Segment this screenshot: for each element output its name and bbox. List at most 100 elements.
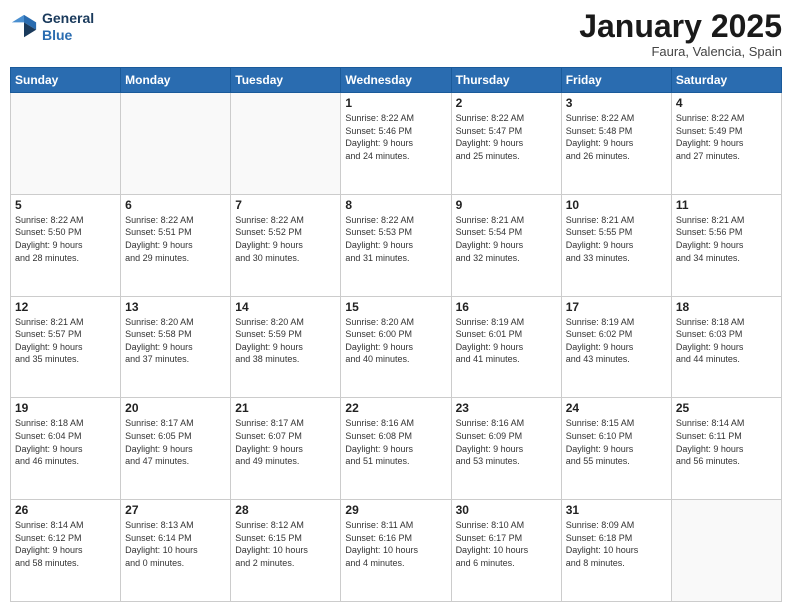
day-info: Sunrise: 8:15 AM Sunset: 6:10 PM Dayligh… xyxy=(566,417,667,467)
day-info: Sunrise: 8:13 AM Sunset: 6:14 PM Dayligh… xyxy=(125,519,226,569)
calendar-cell: 16 Sunrise: 8:19 AM Sunset: 6:01 PM Dayli… xyxy=(451,296,561,398)
day-info: Sunrise: 8:09 AM Sunset: 6:18 PM Dayligh… xyxy=(566,519,667,569)
day-info: Sunrise: 8:22 AM Sunset: 5:53 PM Dayligh… xyxy=(345,214,446,264)
calendar-cell: 11 Sunrise: 8:21 AM Sunset: 5:56 PM Dayli… xyxy=(671,194,781,296)
day-number: 7 xyxy=(235,198,336,212)
day-info: Sunrise: 8:19 AM Sunset: 6:01 PM Dayligh… xyxy=(456,316,557,366)
day-header-sunday: Sunday xyxy=(11,68,121,93)
day-header-wednesday: Wednesday xyxy=(341,68,451,93)
logo-icon xyxy=(10,13,38,41)
day-number: 19 xyxy=(15,401,116,415)
day-info: Sunrise: 8:17 AM Sunset: 6:07 PM Dayligh… xyxy=(235,417,336,467)
day-number: 11 xyxy=(676,198,777,212)
calendar-cell: 20 Sunrise: 8:17 AM Sunset: 6:05 PM Dayli… xyxy=(121,398,231,500)
day-number: 1 xyxy=(345,96,446,110)
calendar-cell: 14 Sunrise: 8:20 AM Sunset: 5:59 PM Dayli… xyxy=(231,296,341,398)
day-number: 25 xyxy=(676,401,777,415)
day-number: 6 xyxy=(125,198,226,212)
calendar-week-3: 12Sunrise: 8:21 AM Sunset: 5:57 PM Dayli… xyxy=(11,296,782,398)
day-header-thursday: Thursday xyxy=(451,68,561,93)
calendar-cell: 23 Sunrise: 8:16 AM Sunset: 6:09 PM Dayli… xyxy=(451,398,561,500)
day-info: Sunrise: 8:21 AM Sunset: 5:54 PM Dayligh… xyxy=(456,214,557,264)
logo-text: General Blue xyxy=(42,10,94,44)
day-number: 13 xyxy=(125,300,226,314)
calendar-cell: 4 Sunrise: 8:22 AM Sunset: 5:49 PM Daylig… xyxy=(671,93,781,195)
day-number: 24 xyxy=(566,401,667,415)
day-number: 8 xyxy=(345,198,446,212)
calendar-cell: 1Sunrise: 8:22 AM Sunset: 5:46 PM Daylig… xyxy=(341,93,451,195)
calendar-cell: 3 Sunrise: 8:22 AM Sunset: 5:48 PM Daylig… xyxy=(561,93,671,195)
calendar-cell: 6 Sunrise: 8:22 AM Sunset: 5:51 PM Daylig… xyxy=(121,194,231,296)
calendar-cell: 21 Sunrise: 8:17 AM Sunset: 6:07 PM Dayli… xyxy=(231,398,341,500)
day-number: 15 xyxy=(345,300,446,314)
calendar-cell: 25 Sunrise: 8:14 AM Sunset: 6:11 PM Dayli… xyxy=(671,398,781,500)
calendar-cell: 5 Sunrise: 8:22 AM Sunset: 5:50 PM Daylig… xyxy=(11,194,121,296)
calendar-cell: 9 Sunrise: 8:21 AM Sunset: 5:54 PM Daylig… xyxy=(451,194,561,296)
day-number: 28 xyxy=(235,503,336,517)
day-info: Sunrise: 8:22 AM Sunset: 5:47 PM Dayligh… xyxy=(456,112,557,162)
day-number: 17 xyxy=(566,300,667,314)
day-info: Sunrise: 8:14 AM Sunset: 6:12 PM Dayligh… xyxy=(15,519,116,569)
location-subtitle: Faura, Valencia, Spain xyxy=(579,44,782,59)
calendar-table: SundayMondayTuesdayWednesdayThursdayFrid… xyxy=(10,67,782,602)
header: General Blue January 2025 Faura, Valenci… xyxy=(10,10,782,59)
calendar-cell: 30Sunrise: 8:10 AM Sunset: 6:17 PM Dayli… xyxy=(451,500,561,602)
title-area: January 2025 Faura, Valencia, Spain xyxy=(579,10,782,59)
calendar-cell: 13Sunrise: 8:20 AM Sunset: 5:58 PM Dayli… xyxy=(121,296,231,398)
day-info: Sunrise: 8:16 AM Sunset: 6:09 PM Dayligh… xyxy=(456,417,557,467)
calendar-cell xyxy=(11,93,121,195)
calendar-cell xyxy=(121,93,231,195)
calendar-cell: 29Sunrise: 8:11 AM Sunset: 6:16 PM Dayli… xyxy=(341,500,451,602)
day-number: 9 xyxy=(456,198,557,212)
calendar-cell xyxy=(231,93,341,195)
day-header-monday: Monday xyxy=(121,68,231,93)
day-number: 10 xyxy=(566,198,667,212)
day-number: 23 xyxy=(456,401,557,415)
day-number: 27 xyxy=(125,503,226,517)
calendar-cell: 8 Sunrise: 8:22 AM Sunset: 5:53 PM Daylig… xyxy=(341,194,451,296)
day-header-saturday: Saturday xyxy=(671,68,781,93)
day-number: 22 xyxy=(345,401,446,415)
day-header-friday: Friday xyxy=(561,68,671,93)
calendar-cell: 19Sunrise: 8:18 AM Sunset: 6:04 PM Dayli… xyxy=(11,398,121,500)
calendar-cell: 2 Sunrise: 8:22 AM Sunset: 5:47 PM Daylig… xyxy=(451,93,561,195)
day-number: 26 xyxy=(15,503,116,517)
calendar-cell: 26 Sunrise: 8:14 AM Sunset: 6:12 PM Dayli… xyxy=(11,500,121,602)
day-info: Sunrise: 8:14 AM Sunset: 6:11 PM Dayligh… xyxy=(676,417,777,467)
calendar-cell: 12Sunrise: 8:21 AM Sunset: 5:57 PM Dayli… xyxy=(11,296,121,398)
calendar-week-1: 1Sunrise: 8:22 AM Sunset: 5:46 PM Daylig… xyxy=(11,93,782,195)
day-number: 21 xyxy=(235,401,336,415)
day-info: Sunrise: 8:16 AM Sunset: 6:08 PM Dayligh… xyxy=(345,417,446,467)
day-info: Sunrise: 8:21 AM Sunset: 5:55 PM Dayligh… xyxy=(566,214,667,264)
day-number: 5 xyxy=(15,198,116,212)
calendar-cell: 27 Sunrise: 8:13 AM Sunset: 6:14 PM Dayli… xyxy=(121,500,231,602)
day-number: 12 xyxy=(15,300,116,314)
day-info: Sunrise: 8:12 AM Sunset: 6:15 PM Dayligh… xyxy=(235,519,336,569)
day-info: Sunrise: 8:19 AM Sunset: 6:02 PM Dayligh… xyxy=(566,316,667,366)
day-number: 16 xyxy=(456,300,557,314)
calendar-cell: 31Sunrise: 8:09 AM Sunset: 6:18 PM Dayli… xyxy=(561,500,671,602)
calendar-cell: 22 Sunrise: 8:16 AM Sunset: 6:08 PM Dayli… xyxy=(341,398,451,500)
day-info: Sunrise: 8:22 AM Sunset: 5:50 PM Dayligh… xyxy=(15,214,116,264)
day-info: Sunrise: 8:10 AM Sunset: 6:17 PM Dayligh… xyxy=(456,519,557,569)
day-info: Sunrise: 8:20 AM Sunset: 5:59 PM Dayligh… xyxy=(235,316,336,366)
calendar-header-row: SundayMondayTuesdayWednesdayThursdayFrid… xyxy=(11,68,782,93)
day-number: 4 xyxy=(676,96,777,110)
calendar-week-4: 19Sunrise: 8:18 AM Sunset: 6:04 PM Dayli… xyxy=(11,398,782,500)
day-number: 14 xyxy=(235,300,336,314)
day-info: Sunrise: 8:22 AM Sunset: 5:48 PM Dayligh… xyxy=(566,112,667,162)
day-number: 29 xyxy=(345,503,446,517)
day-number: 20 xyxy=(125,401,226,415)
day-info: Sunrise: 8:22 AM Sunset: 5:51 PM Dayligh… xyxy=(125,214,226,264)
logo: General Blue xyxy=(10,10,94,44)
day-header-tuesday: Tuesday xyxy=(231,68,341,93)
calendar-week-5: 26 Sunrise: 8:14 AM Sunset: 6:12 PM Dayli… xyxy=(11,500,782,602)
day-info: Sunrise: 8:22 AM Sunset: 5:49 PM Dayligh… xyxy=(676,112,777,162)
calendar-cell: 15Sunrise: 8:20 AM Sunset: 6:00 PM Dayli… xyxy=(341,296,451,398)
calendar-cell: 10 Sunrise: 8:21 AM Sunset: 5:55 PM Dayli… xyxy=(561,194,671,296)
day-info: Sunrise: 8:21 AM Sunset: 5:56 PM Dayligh… xyxy=(676,214,777,264)
day-number: 3 xyxy=(566,96,667,110)
day-number: 2 xyxy=(456,96,557,110)
day-info: Sunrise: 8:17 AM Sunset: 6:05 PM Dayligh… xyxy=(125,417,226,467)
day-info: Sunrise: 8:18 AM Sunset: 6:03 PM Dayligh… xyxy=(676,316,777,366)
